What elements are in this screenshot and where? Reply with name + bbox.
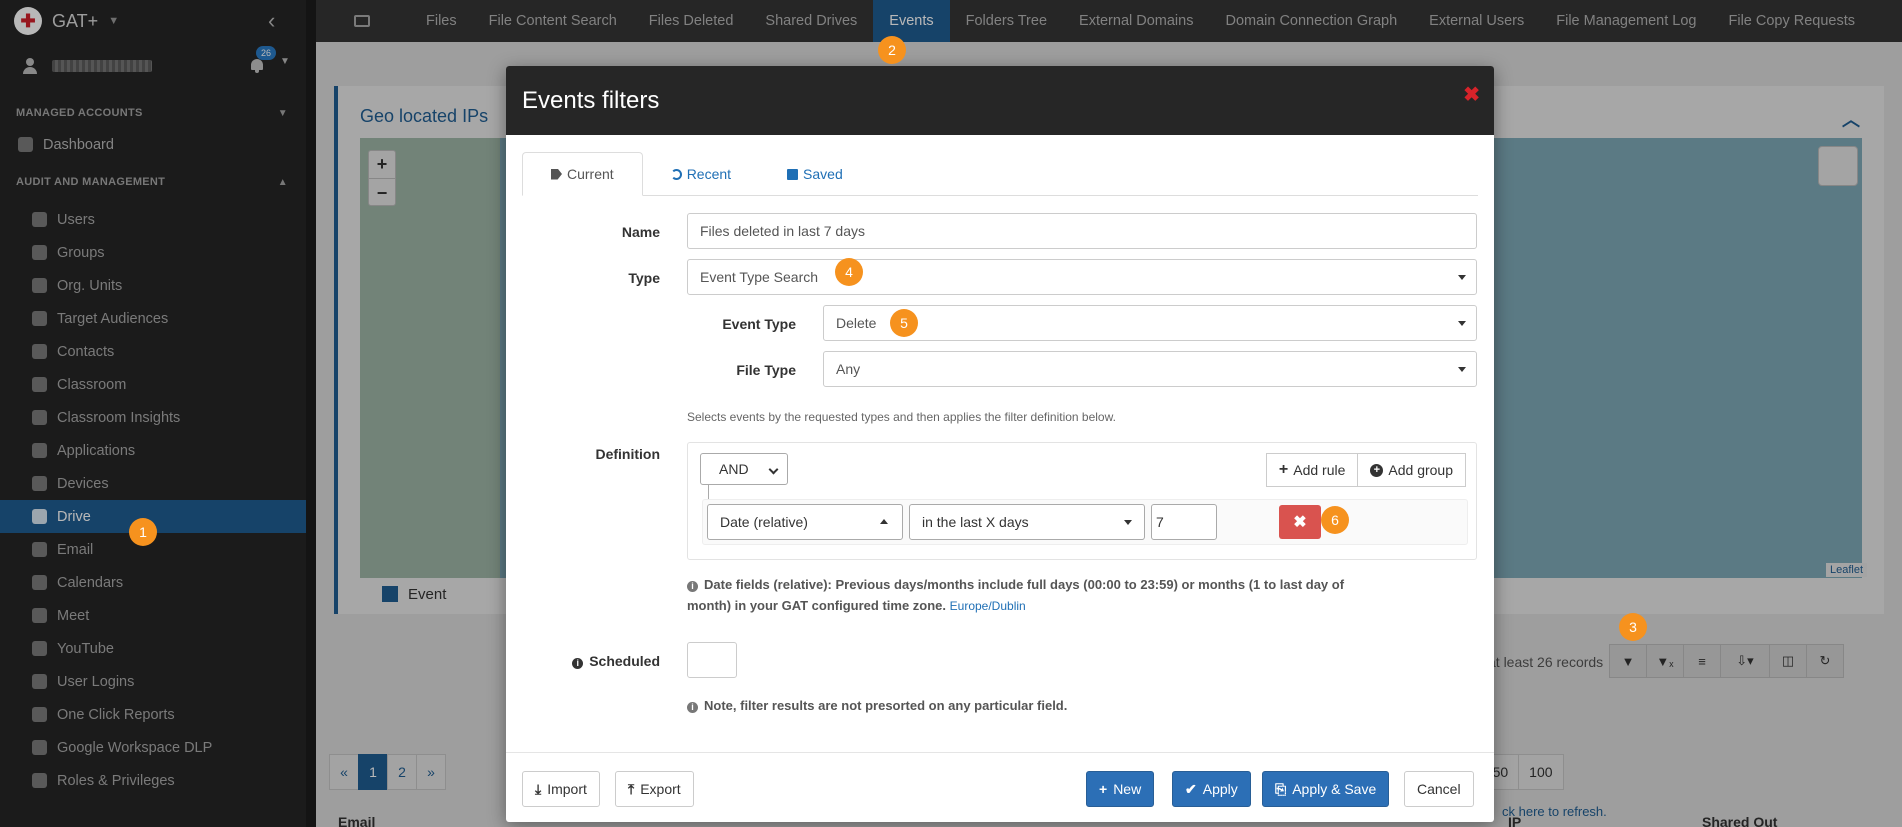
button-label: Cancel — [1417, 781, 1461, 797]
button-label: Add group — [1388, 462, 1453, 478]
rule-value-input[interactable]: 7 — [1151, 504, 1217, 540]
export-icon: ⤒ — [628, 780, 635, 797]
file-type-value: Any — [836, 361, 861, 377]
scheduled-text: Scheduled — [589, 653, 660, 669]
name-value: Files deleted in last 7 days — [700, 223, 865, 239]
name-label: Name — [621, 224, 660, 240]
file-type-select[interactable]: Any — [823, 351, 1477, 387]
file-type-label: File Type — [736, 362, 796, 378]
export-button[interactable]: ⤒ Export — [615, 771, 694, 807]
import-icon: ⤓ — [535, 780, 542, 797]
add-group-button[interactable]: + Add group — [1357, 453, 1466, 487]
presort-note-text: Note, filter results are not presorted o… — [704, 698, 1068, 713]
cancel-button[interactable]: Cancel — [1404, 771, 1474, 807]
scheduled-toggle[interactable] — [687, 642, 737, 678]
rule-field-value: Date (relative) — [720, 514, 808, 530]
button-label: Add rule — [1293, 462, 1346, 478]
filter-tabs: Current Recent Saved — [522, 152, 1478, 196]
tag-icon — [551, 168, 562, 180]
save-icon: ⎘ — [1275, 780, 1287, 797]
button-label: Apply — [1202, 781, 1238, 797]
tab-label: Current — [567, 166, 614, 182]
query-builder: AND + Add rule + Add group Date (relativ… — [687, 442, 1477, 560]
info-icon: i — [687, 702, 698, 713]
close-icon[interactable]: ✖ — [1463, 82, 1480, 107]
step-marker-4: 4 — [835, 258, 863, 286]
info-icon: i — [687, 581, 698, 592]
type-help-text: Selects events by the requested types an… — [687, 410, 1116, 424]
type-label: Type — [628, 270, 660, 286]
import-button[interactable]: ⤓ Import — [522, 771, 600, 807]
caret-down-icon — [1458, 275, 1466, 280]
delete-rule-button[interactable]: ✖ — [1279, 505, 1321, 539]
tab-current[interactable]: Current — [522, 152, 643, 196]
plus-circle-icon: + — [1370, 463, 1384, 477]
tab-label: Recent — [686, 166, 732, 182]
rule-operator-select[interactable]: in the last X days — [909, 504, 1145, 540]
step-marker-5: 5 — [890, 309, 918, 337]
caret-up-icon — [880, 519, 888, 524]
apply-button[interactable]: ✔ Apply — [1172, 771, 1251, 807]
event-type-select[interactable]: Delete — [823, 305, 1477, 341]
date-note: i Date fields (relative): Previous days/m… — [687, 574, 1347, 617]
plus-icon: + — [1099, 781, 1108, 797]
caret-down-icon — [1124, 520, 1132, 525]
caret-down-icon — [1458, 321, 1466, 326]
type-value: Event Type Search — [700, 269, 819, 285]
event-type-label: Event Type — [722, 316, 796, 332]
modal-header: Events filters ✖ — [506, 66, 1494, 135]
timezone-link[interactable]: Europe/Dublin — [950, 599, 1026, 613]
times-icon: ✖ — [1293, 514, 1307, 531]
scheduled-label: i Scheduled — [546, 653, 660, 669]
rule-buttons: + Add rule + Add group — [1265, 453, 1466, 487]
step-marker-2: 2 — [878, 36, 906, 64]
condition-value: AND — [719, 461, 749, 477]
add-rule-button[interactable]: + Add rule — [1265, 453, 1359, 487]
tab-label: Saved — [803, 166, 843, 182]
event-type-value: Delete — [836, 315, 877, 331]
presort-note: i Note, filter results are not presorted … — [687, 698, 1067, 713]
tab-recent[interactable]: Recent — [643, 152, 759, 196]
info-icon[interactable]: i — [572, 658, 584, 669]
modal-footer: ⤓ Import ⤒ Export + New ✔ Apply ⎘ Apply … — [506, 752, 1494, 822]
modal-title: Events filters — [522, 86, 660, 114]
step-marker-3: 3 — [1619, 613, 1647, 641]
history-icon — [670, 168, 682, 180]
name-field[interactable]: Files deleted in last 7 days — [687, 213, 1477, 249]
tab-saved[interactable]: Saved — [759, 152, 871, 196]
button-label: New — [1113, 781, 1142, 797]
rule-field-select[interactable]: Date (relative) — [707, 504, 903, 540]
chevron-down-icon — [768, 464, 779, 475]
button-label: Import — [547, 781, 587, 797]
events-filters-modal: Events filters ✖ Current Recent Saved Na… — [506, 66, 1494, 822]
rule-operator-value: in the last X days — [922, 514, 1029, 530]
new-button[interactable]: + New — [1086, 771, 1155, 807]
step-marker-1: 1 — [129, 518, 157, 546]
check-icon: ✔ — [1185, 780, 1197, 797]
type-select[interactable]: Event Type Search — [687, 259, 1477, 295]
button-label: Apply & Save — [1292, 781, 1377, 797]
plus-icon: + — [1278, 461, 1289, 478]
caret-down-icon — [1458, 367, 1466, 372]
apply-save-button[interactable]: ⎘ Apply & Save — [1262, 771, 1390, 807]
rule-value: 7 — [1156, 514, 1164, 530]
rule-row: Date (relative) in the last X days 7 ✖ — [702, 499, 1468, 545]
step-marker-6: 6 — [1321, 506, 1349, 534]
condition-select[interactable]: AND — [700, 453, 788, 485]
button-label: Export — [640, 781, 681, 797]
definition-label: Definition — [595, 446, 660, 462]
save-icon — [787, 168, 799, 180]
